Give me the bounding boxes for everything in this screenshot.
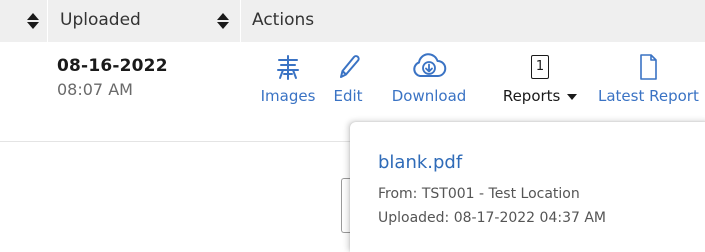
reports-popover: blank.pdf From: TST001 - Test Location U… [350, 122, 705, 252]
caret-down-icon [567, 93, 578, 100]
latest-report-label: Latest Report [598, 87, 699, 105]
cloud-download-icon [413, 53, 447, 77]
reports-label: Reports [502, 87, 561, 105]
edit-label: Edit [333, 87, 363, 105]
edit-button[interactable]: Edit [330, 52, 366, 105]
reports-dropdown[interactable]: 1 Reports [498, 52, 582, 105]
table-header: Uploaded Actions [0, 0, 705, 42]
images-label: Images [260, 87, 316, 105]
column-header-uploaded[interactable]: Uploaded [60, 10, 141, 30]
reports-count: 1 [531, 55, 549, 79]
download-button[interactable]: Download [386, 52, 472, 105]
row-divider [0, 141, 350, 142]
uploaded-date: 08-16-2022 [57, 56, 168, 76]
sort-icon[interactable] [26, 12, 40, 30]
images-icon [277, 55, 299, 80]
column-separator [240, 0, 241, 42]
pencil-icon [340, 55, 360, 78]
images-button[interactable]: Images [258, 52, 318, 105]
report-file-link[interactable]: blank.pdf [378, 152, 462, 173]
uploaded-time: 08:07 AM [57, 80, 133, 99]
column-header-actions: Actions [252, 10, 315, 30]
column-separator [47, 0, 48, 42]
document-icon [640, 54, 657, 80]
reports-count-badge: 1 [525, 52, 555, 82]
sort-icon[interactable] [216, 12, 230, 30]
report-from: From: TST001 - Test Location [378, 186, 580, 202]
download-label: Download [391, 87, 467, 105]
latest-report-button[interactable]: Latest Report [598, 52, 699, 105]
report-uploaded: Uploaded: 08-17-2022 04:37 AM [378, 210, 606, 226]
